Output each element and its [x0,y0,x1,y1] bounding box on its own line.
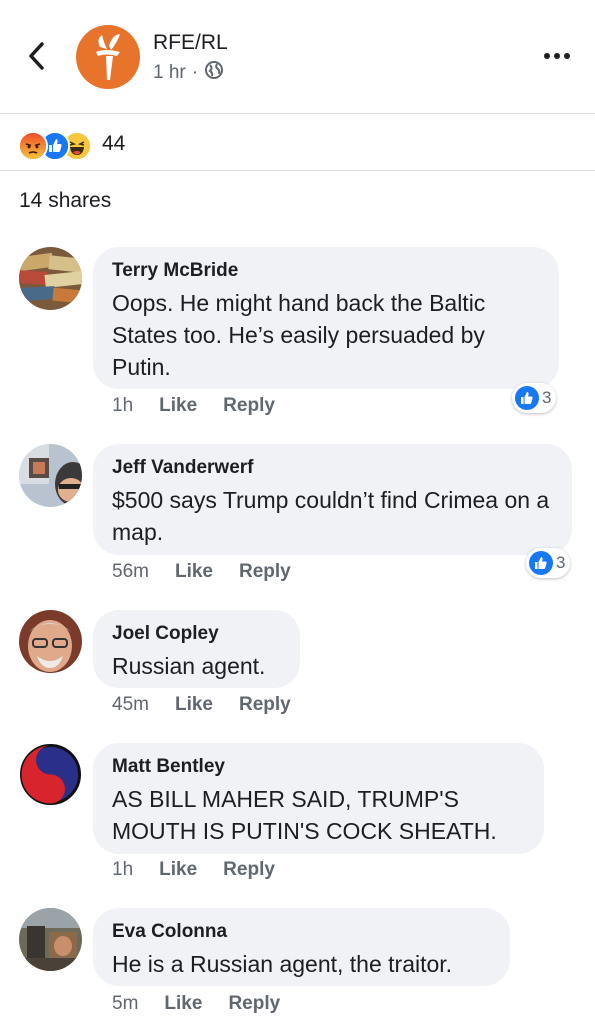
comment-text: $500 says Trump couldn’t find Crimea on … [112,487,550,545]
comment-author[interactable]: Terry McBride [112,259,539,283]
comment-author[interactable]: Jeff Vanderwerf [112,456,552,480]
reaction-count[interactable]: 44 [102,132,125,156]
meta-separator: · [191,62,199,83]
reply-button[interactable]: Reply [223,395,275,417]
more-options-icon[interactable] [542,48,572,64]
comment-time[interactable]: 56m [112,561,149,583]
comment-text: Russian agent. [112,653,266,679]
like-icon [529,551,553,575]
comment-actions: 45m Like Reply [112,694,317,716]
like-button[interactable]: Like [175,561,213,583]
like-icon [515,386,539,410]
comment-actions: 1h Like Reply [112,859,301,881]
post-time[interactable]: 1 hr [153,62,186,84]
back-arrow-icon[interactable] [22,38,52,74]
comment-bubble[interactable]: Jeff Vanderwerf $500 says Trump couldn’t… [93,444,572,555]
reaction-icons[interactable] [18,131,98,161]
avatar-jeff-vanderwerf[interactable] [19,444,82,507]
comment-time[interactable]: 1h [112,395,133,417]
like-button[interactable]: Like [164,993,202,1015]
comment-time[interactable]: 1h [112,859,133,881]
comment-like-badge[interactable]: 3 [512,383,557,413]
reply-button[interactable]: Reply [228,993,280,1015]
comment-bubble[interactable]: Eva Colonna He is a Russian agent, the t… [93,908,510,986]
page-name[interactable]: RFE/RL [153,31,228,55]
avatar-matt-bentley[interactable] [19,743,82,806]
post-meta: 1 hr · [153,60,224,86]
shares-count[interactable]: 14 shares [19,189,111,213]
comment-text: AS BILL MAHER SAID, TRUMP'S MOUTH IS PUT… [112,786,497,844]
comment-like-count: 3 [556,553,566,572]
avatar-eva-colonna[interactable] [19,908,82,971]
comment-bubble[interactable]: Matt Bentley AS BILL MAHER SAID, TRUMP'S… [93,743,544,854]
avatar-joel-copley[interactable] [19,610,82,673]
reply-button[interactable]: Reply [223,859,275,881]
comment-like-badge[interactable]: 3 [526,548,571,578]
like-button[interactable]: Like [159,395,197,417]
comment-bubble[interactable]: Terry McBride Oops. He might hand back t… [93,247,559,389]
like-button[interactable]: Like [175,694,213,716]
comment-like-count: 3 [542,388,552,407]
comment-author[interactable]: Eva Colonna [112,920,490,944]
comment-time[interactable]: 5m [112,993,138,1015]
reply-button[interactable]: Reply [239,694,291,716]
reply-button[interactable]: Reply [239,561,291,583]
comment-author[interactable]: Joel Copley [112,622,280,646]
comment-time[interactable]: 45m [112,694,149,716]
comment-actions: 5m Like Reply [112,993,306,1015]
comment-author[interactable]: Matt Bentley [112,755,524,779]
avatar-terry-mcbride[interactable] [19,247,82,310]
like-button[interactable]: Like [159,859,197,881]
comment-text: Oops. He might hand back the Baltic Stat… [112,290,486,380]
angry-reaction-icon [18,131,48,161]
globe-icon [204,60,224,86]
post-header: RFE/RL 1 hr · [0,0,595,114]
page-avatar-logo[interactable] [76,25,140,89]
comment-bubble[interactable]: Joel Copley Russian agent. [93,610,300,688]
comment-actions: 56m Like Reply [112,561,317,583]
comment-actions: 1h Like Reply [112,395,301,417]
comment-text: He is a Russian agent, the traitor. [112,951,453,977]
